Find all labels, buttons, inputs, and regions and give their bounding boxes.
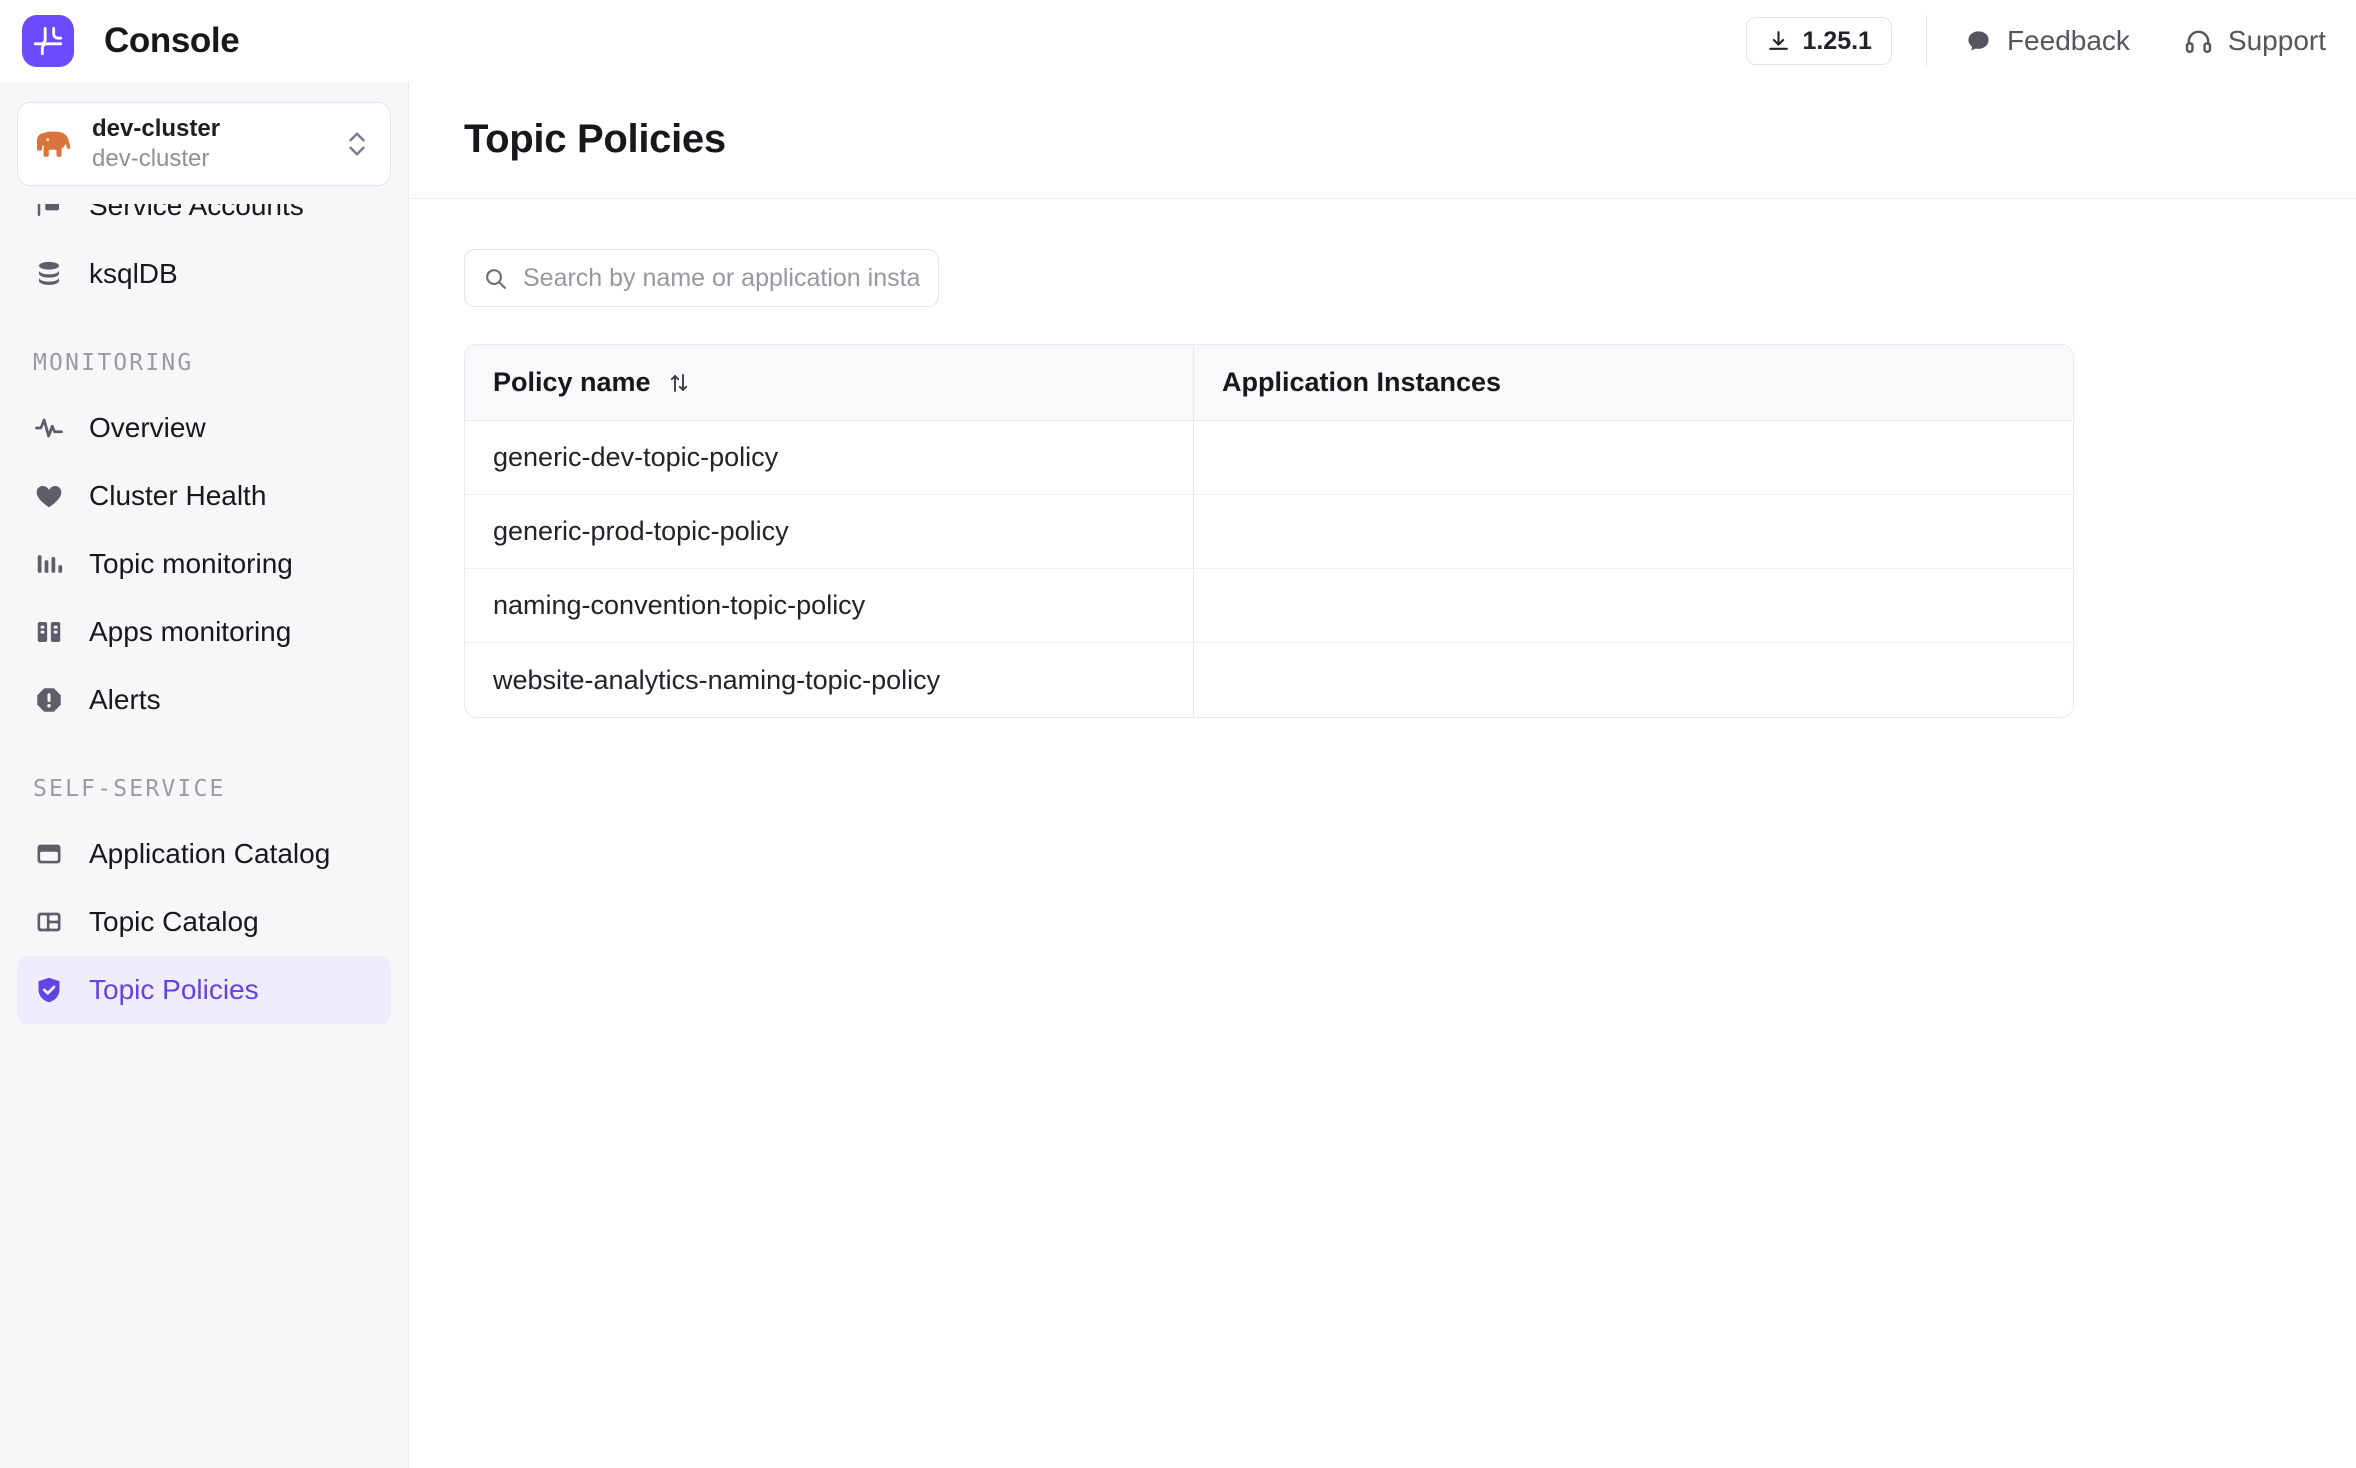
- window-icon: [33, 838, 65, 870]
- sort-arrows-icon[interactable]: [667, 371, 691, 395]
- column-header-policy-name[interactable]: Policy name: [465, 345, 1193, 420]
- sidebar-item-label: Apps monitoring: [89, 616, 292, 647]
- service-accounts-icon: [33, 204, 65, 222]
- policies-table: Policy name Application Instances generi…: [464, 344, 2074, 718]
- cell-application-instances: [1193, 495, 2073, 568]
- header-divider: [1925, 15, 1927, 67]
- column-header-application-instances[interactable]: Application Instances: [1193, 345, 2073, 420]
- layout-panels-icon: [33, 906, 65, 938]
- branch-path-logo-icon: [22, 15, 74, 67]
- version-label: 1.25.1: [1802, 26, 1872, 55]
- alert-octagon-icon: [33, 684, 65, 716]
- support-button[interactable]: Support: [2180, 19, 2330, 63]
- cell-policy-name: website-analytics-naming-topic-policy: [493, 664, 941, 695]
- sidebar-item-service-accounts[interactable]: Service Accounts: [17, 204, 391, 240]
- sidebar-item-overview[interactable]: Overview: [17, 394, 391, 462]
- sidebar-item-label: Cluster Health: [89, 480, 267, 511]
- heart-icon: [33, 480, 65, 512]
- table-header-row: Policy name Application Instances: [465, 345, 2073, 421]
- sidebar-item-label: Topic Catalog: [89, 906, 259, 937]
- main-content: Topic Policies Policy name: [410, 82, 2356, 1468]
- support-label: Support: [2227, 25, 2326, 56]
- sidebar-item-topic-catalog[interactable]: Topic Catalog: [17, 888, 391, 956]
- cluster-selector[interactable]: dev-cluster dev-cluster: [17, 102, 391, 186]
- console-app: Console 1.25.1 Feedback Support dev-clus…: [0, 0, 2356, 1468]
- elephant-icon: [34, 127, 78, 161]
- search-icon: [483, 266, 508, 291]
- table-row[interactable]: generic-dev-topic-policy: [465, 421, 2073, 495]
- speech-bubble-icon: [1965, 28, 1992, 55]
- app-title: Console: [104, 21, 240, 60]
- sidebar-item-cluster-health[interactable]: Cluster Health: [17, 462, 391, 530]
- sidebar-item-label: ksqlDB: [89, 258, 178, 289]
- chevron-up-down-icon[interactable]: [344, 125, 370, 163]
- headphones-icon: [2184, 27, 2213, 56]
- table-row[interactable]: generic-prod-topic-policy: [465, 495, 2073, 569]
- sidebar-item-ksqldb[interactable]: ksqlDB: [17, 240, 391, 308]
- sidebar-section-monitoring: MONITORING: [33, 350, 194, 376]
- column-header-label: Policy name: [493, 367, 651, 397]
- cell-policy-name: generic-prod-topic-policy: [493, 516, 789, 546]
- bar-chart-icon: [33, 548, 65, 580]
- sidebar-item-label: Application Catalog: [89, 838, 331, 869]
- table-row[interactable]: website-analytics-naming-topic-policy: [465, 643, 2073, 717]
- feedback-button[interactable]: Feedback: [1961, 19, 2134, 63]
- table-row[interactable]: naming-convention-topic-policy: [465, 569, 2073, 643]
- sidebar-nav-scroll[interactable]: Service Accounts ksqlDB MONITORING Overv…: [0, 204, 408, 1468]
- cluster-name: dev-cluster: [92, 115, 221, 142]
- brand[interactable]: Console: [22, 15, 240, 67]
- search-field[interactable]: [464, 249, 939, 307]
- page-title: Topic Policies: [464, 117, 726, 161]
- cell-policy-name: naming-convention-topic-policy: [493, 590, 866, 620]
- sidebar: dev-cluster dev-cluster Service Accounts…: [0, 82, 409, 1468]
- cell-application-instances: [1193, 643, 2073, 717]
- sidebar-item-label: Alerts: [89, 684, 161, 715]
- sidebar-item-label: Topic Policies: [89, 974, 259, 1005]
- cluster-texts: dev-cluster dev-cluster: [92, 114, 220, 174]
- sidebar-item-topic-monitoring[interactable]: Topic monitoring: [17, 530, 391, 598]
- sidebar-item-application-catalog[interactable]: Application Catalog: [17, 820, 391, 888]
- shield-check-icon: [33, 974, 65, 1006]
- cell-application-instances: [1193, 421, 2073, 494]
- top-header-bar: Console 1.25.1 Feedback Support: [0, 0, 2356, 82]
- sidebar-item-apps-monitoring[interactable]: Apps monitoring: [17, 598, 391, 666]
- cluster-subtitle: dev-cluster: [92, 145, 210, 172]
- feedback-label: Feedback: [2006, 25, 2130, 56]
- apps-grid-icon: [33, 616, 65, 648]
- download-icon: [1766, 29, 1791, 54]
- sidebar-section-self-service: SELF-SERVICE: [33, 776, 226, 802]
- database-icon: [33, 258, 65, 290]
- sidebar-item-label: Overview: [89, 412, 206, 443]
- sidebar-item-alerts[interactable]: Alerts: [17, 666, 391, 734]
- column-header-label: Application Instances: [1222, 367, 1502, 397]
- sidebar-item-topic-policies[interactable]: Topic Policies: [17, 956, 391, 1024]
- activity-pulse-icon: [33, 412, 65, 444]
- sidebar-item-label: Topic monitoring: [89, 548, 293, 579]
- search-input[interactable]: [523, 263, 920, 293]
- version-button[interactable]: 1.25.1: [1746, 17, 1892, 65]
- sidebar-item-label: Service Accounts: [89, 204, 304, 221]
- cell-policy-name: generic-dev-topic-policy: [493, 442, 779, 472]
- top-header-actions: 1.25.1 Feedback Support: [1746, 0, 2330, 82]
- title-divider: [410, 198, 2356, 199]
- cell-application-instances: [1193, 569, 2073, 642]
